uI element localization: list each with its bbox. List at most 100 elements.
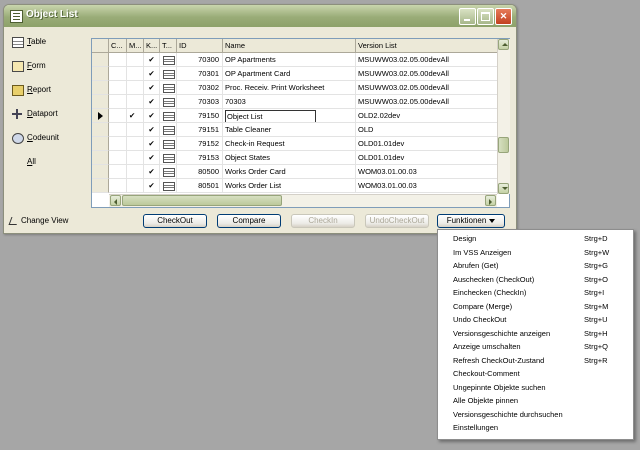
cell-m[interactable] xyxy=(127,151,144,165)
cell-c[interactable] xyxy=(109,109,127,123)
menu-item[interactable]: Design Strg+D xyxy=(438,233,633,245)
cell-t[interactable] xyxy=(160,67,177,81)
cell-name[interactable]: Works Order List xyxy=(223,179,356,193)
menu-item[interactable]: Auschecken (CheckOut) Strg+O xyxy=(438,274,633,286)
cell-version-list[interactable]: WOM03.01.00.03 xyxy=(356,179,497,193)
row-selector[interactable] xyxy=(92,151,109,165)
menu-item[interactable]: Versionsgeschichte durchsuchen xyxy=(438,409,633,421)
menu-item[interactable]: Einchecken (CheckIn) Strg+I xyxy=(438,287,633,299)
cell-name[interactable]: Check-in Request xyxy=(223,137,356,151)
cell-version-list[interactable]: OLD2.02dev xyxy=(356,109,497,123)
table-row[interactable]: ✔ ✔ 79150 Object List OLD2.02dev xyxy=(92,109,497,123)
menu-item[interactable]: Ungepinnte Objekte suchen xyxy=(438,382,633,394)
cell-c[interactable] xyxy=(109,81,127,95)
name-edit-field[interactable]: Object List xyxy=(225,110,316,122)
cell-m[interactable] xyxy=(127,123,144,137)
scroll-up-button[interactable] xyxy=(498,39,509,50)
minimize-button[interactable] xyxy=(459,8,476,25)
nav-item-form[interactable]: Form xyxy=(10,59,82,73)
menu-item[interactable]: Undo CheckOut Strg+U xyxy=(438,314,633,326)
table-row[interactable]: ✔ 70302 Proc. Receiv. Print Worksheet MSUWW… xyxy=(92,81,497,95)
table-row[interactable]: ✔ 80501 Works Order List WOM03.01.00.03 xyxy=(92,179,497,193)
cell-m[interactable]: ✔ xyxy=(127,109,144,123)
cell-t[interactable] xyxy=(160,137,177,151)
cell-id[interactable]: 79151 xyxy=(177,123,223,137)
cell-version-list[interactable]: OLD01.01dev xyxy=(356,151,497,165)
undo-checkout-button[interactable]: UndoCheckOut xyxy=(365,214,429,228)
menu-item[interactable]: Refresh CheckOut-Zustand Strg+R xyxy=(438,355,633,367)
column-header-version-list[interactable]: Version List xyxy=(356,39,497,52)
cell-version-list[interactable]: MSUWW03.02.05.00devAll xyxy=(356,53,497,67)
menu-item[interactable]: Einstellungen xyxy=(438,422,633,434)
cell-version-list[interactable]: MSUWW03.02.05.00devAll xyxy=(356,81,497,95)
column-header-c[interactable]: C... xyxy=(109,39,127,52)
nav-item-codeunit[interactable]: Codeunit xyxy=(10,131,82,145)
cell-name[interactable]: Works Order Card xyxy=(223,165,356,179)
row-selector[interactable] xyxy=(92,179,109,193)
cell-m[interactable] xyxy=(127,67,144,81)
close-button[interactable]: ✕ xyxy=(495,8,512,25)
cell-version-list[interactable]: OLD xyxy=(356,123,497,137)
cell-k[interactable]: ✔ xyxy=(144,67,160,81)
cell-version-list[interactable]: MSUWW03.02.05.00devAll xyxy=(356,95,497,109)
cell-c[interactable] xyxy=(109,137,127,151)
row-selector[interactable] xyxy=(92,67,109,81)
funktionen-dropdown-button[interactable]: Funktionen xyxy=(437,214,505,228)
cell-t[interactable] xyxy=(160,53,177,67)
menu-item[interactable]: Checkout-Comment xyxy=(438,368,633,380)
row-selector[interactable] xyxy=(92,109,109,123)
menu-item[interactable]: Anzeige umschalten Strg+Q xyxy=(438,341,633,353)
cell-id[interactable]: 80500 xyxy=(177,165,223,179)
nav-item-table[interactable]: Table xyxy=(10,35,82,49)
table-row[interactable]: ✔ 70300 OP Apartments MSUWW03.02.05.00devAl… xyxy=(92,53,497,67)
cell-name[interactable]: Proc. Receiv. Print Worksheet xyxy=(223,81,356,95)
row-selector[interactable] xyxy=(92,165,109,179)
vertical-scrollbar[interactable] xyxy=(497,39,510,194)
table-row[interactable]: ✔ 79153 Object States OLD01.01dev xyxy=(92,151,497,165)
cell-name[interactable]: Table Cleaner xyxy=(223,123,356,137)
cell-id[interactable]: 70301 xyxy=(177,67,223,81)
column-header-name[interactable]: Name xyxy=(223,39,356,52)
cell-c[interactable] xyxy=(109,123,127,137)
cell-m[interactable] xyxy=(127,95,144,109)
vertical-scroll-thumb[interactable] xyxy=(498,137,509,153)
cell-id[interactable]: 70303 xyxy=(177,95,223,109)
table-row[interactable]: ✔ 70303 70303 MSUWW03.02.05.00devAll xyxy=(92,95,497,109)
menu-item[interactable]: Compare (Merge) Strg+M xyxy=(438,301,633,313)
column-header-m[interactable]: M... xyxy=(127,39,144,52)
nav-item-report[interactable]: Report xyxy=(10,83,82,97)
scroll-down-button[interactable] xyxy=(498,183,509,194)
cell-id[interactable]: 79150 xyxy=(177,109,223,123)
cell-k[interactable]: ✔ xyxy=(144,137,160,151)
cell-id[interactable]: 79152 xyxy=(177,137,223,151)
cell-c[interactable] xyxy=(109,67,127,81)
cell-k[interactable]: ✔ xyxy=(144,81,160,95)
cell-name[interactable]: OP Apartment Card xyxy=(223,67,356,81)
menu-item[interactable]: Versionsgeschichte anzeigen Strg+H xyxy=(438,328,633,340)
cell-version-list[interactable]: MSUWW03.02.05.00devAll xyxy=(356,67,497,81)
cell-k[interactable]: ✔ xyxy=(144,165,160,179)
checkin-button[interactable]: CheckIn xyxy=(291,214,355,228)
cell-name[interactable]: Object States xyxy=(223,151,356,165)
cell-name[interactable]: OP Apartments xyxy=(223,53,356,67)
cell-c[interactable] xyxy=(109,165,127,179)
nav-item-all[interactable]: All xyxy=(10,155,82,169)
row-selector[interactable] xyxy=(92,123,109,137)
cell-m[interactable] xyxy=(127,53,144,67)
menu-item[interactable]: Abrufen (Get) Strg+G xyxy=(438,260,633,272)
table-row[interactable]: ✔ 79151 Table Cleaner OLD xyxy=(92,123,497,137)
cell-k[interactable]: ✔ xyxy=(144,95,160,109)
cell-t[interactable] xyxy=(160,151,177,165)
column-header-id[interactable]: ID xyxy=(177,39,223,52)
menu-item[interactable]: Alle Objekte pinnen xyxy=(438,395,633,407)
cell-k[interactable]: ✔ xyxy=(144,151,160,165)
table-row[interactable]: ✔ 79152 Check-in Request OLD01.01dev xyxy=(92,137,497,151)
cell-id[interactable]: 70300 xyxy=(177,53,223,67)
row-selector[interactable] xyxy=(92,95,109,109)
cell-k[interactable]: ✔ xyxy=(144,109,160,123)
column-header-selector[interactable] xyxy=(92,39,109,52)
table-row[interactable]: ✔ 70301 OP Apartment Card MSUWW03.02.05.00d… xyxy=(92,67,497,81)
cell-t[interactable] xyxy=(160,81,177,95)
cell-k[interactable]: ✔ xyxy=(144,53,160,67)
column-header-t[interactable]: T... xyxy=(160,39,177,52)
